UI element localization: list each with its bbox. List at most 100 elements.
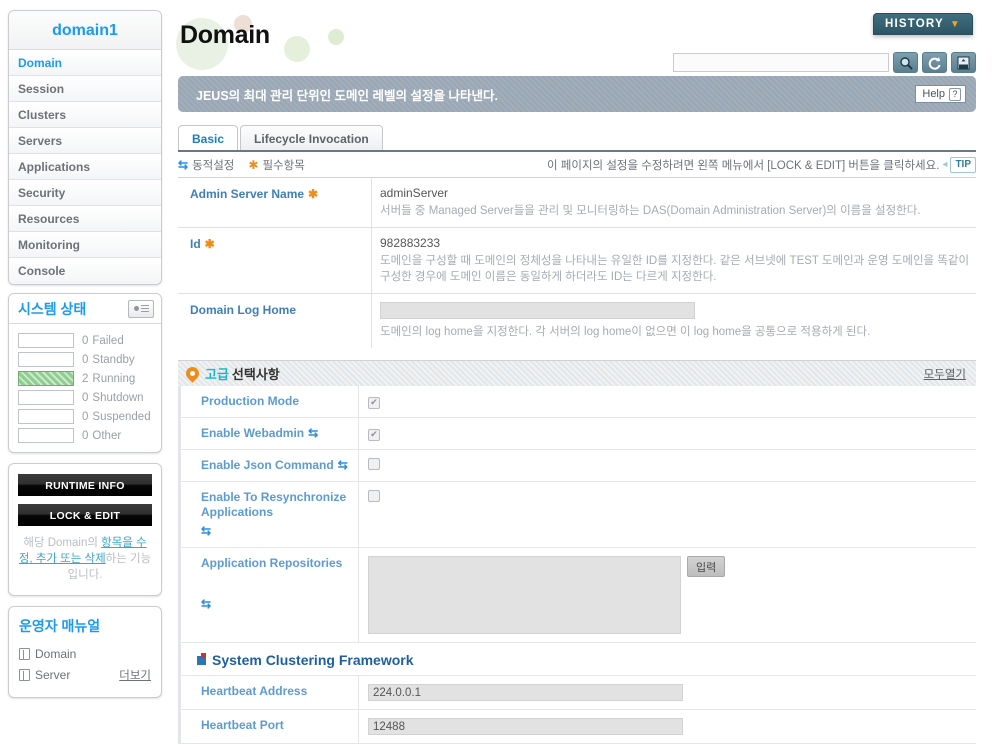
enable-webadmin-checkbox[interactable] (368, 428, 380, 441)
chevron-down-icon: ▼ (949, 18, 961, 30)
field-value-heartbeat-port (359, 710, 976, 743)
manual-more-link[interactable]: 더보기 (119, 667, 151, 683)
operator-manual-title: 운영자 매뉴얼 (19, 618, 101, 634)
sidebar-item-applications[interactable]: Applications (9, 154, 161, 180)
field-value-domain-log-home: 도메인의 log home을 지정한다. 각 서버의 log home이 없으면… (372, 294, 976, 348)
field-value-heartbeat-address (359, 676, 976, 709)
field-label-domain-log-home: Domain Log Home (178, 294, 372, 348)
heartbeat-address-input[interactable] (368, 684, 683, 701)
clustering-section-header: System Clustering Framework (181, 643, 976, 676)
enable-json-command-checkbox[interactable] (368, 458, 380, 470)
system-status-panel: 시스템 상태 0 Failed 0 Standby 2 Running 0 Sh… (8, 293, 162, 453)
field-row-id: Id ✱ 982883233 도메인을 구성할 때 도메인의 정체성을 나타내는… (178, 228, 976, 294)
advanced-section-header: 고급 선택사항 모두열기 (178, 360, 976, 386)
sidebar-actions-panel: RUNTIME INFO LOCK & EDIT 해당 Domain의 항목을 … (8, 463, 162, 596)
lock-and-edit-button[interactable]: LOCK & EDIT (18, 504, 152, 526)
status-label-standby: Standby (92, 353, 135, 366)
option-row-enable-resynchronize-applications: Enable To Resynchronize Applications ⇆ (181, 482, 976, 548)
option-label-enable-resynchronize-applications: Enable To Resynchronize Applications ⇆ (181, 482, 359, 547)
option-label-text: Enable To Resynchronize Applications (201, 490, 347, 519)
page-description-text: JEUS의 최대 관리 단위인 도메인 레벨의 설정을 나타낸다. (196, 88, 498, 103)
sidebar: domain1 Domain Session Clusters Servers … (0, 0, 170, 745)
sidebar-item-resources[interactable]: Resources (9, 206, 161, 232)
asterisk-icon: ✱ (204, 237, 215, 251)
main-content: Domain HISTORY ▼ JEUS의 최대 관리 단위인 도메인 레벨의 (170, 0, 994, 745)
sidebar-item-domain[interactable]: Domain (9, 50, 161, 76)
legend-required-label: 필수항목 (262, 159, 305, 172)
heartbeat-port-input[interactable] (368, 718, 683, 735)
tab-lifecycle-invocation[interactable]: Lifecycle Invocation (240, 125, 383, 152)
asterisk-icon: ✱ (248, 157, 259, 172)
decor-blob-green-mid (284, 36, 310, 62)
option-row-enable-webadmin: Enable Webadmin ⇆ (181, 418, 976, 450)
help-button[interactable]: Help ? (915, 85, 966, 103)
status-label-running: Running (92, 372, 136, 385)
refresh-icon[interactable] (922, 52, 947, 73)
field-description: 도메인의 log home을 지정한다. 각 서버의 log home이 없으면… (380, 326, 871, 338)
sidebar-item-monitoring[interactable]: Monitoring (9, 232, 161, 258)
status-count-standby: 0 (82, 353, 89, 366)
domain-log-home-input[interactable] (380, 302, 695, 319)
sync-icon: ⇆ (308, 426, 319, 440)
page-title: Domain (180, 21, 270, 49)
field-label-id: Id ✱ (178, 228, 372, 293)
status-bar-failed (18, 333, 74, 348)
advanced-title-accent: 고급 (205, 367, 229, 382)
search-input[interactable] (673, 53, 889, 72)
legend-required: ✱ 필수항목 (248, 157, 304, 173)
system-status-title: 시스템 상태 (18, 300, 87, 317)
enable-resynchronize-applications-checkbox[interactable] (368, 490, 380, 502)
field-description: 도메인을 구성할 때 도메인의 정체성을 나타내는 유일한 ID를 지정한다. … (380, 255, 970, 283)
field-value-text: adminServer (380, 186, 449, 200)
tab-basic[interactable]: Basic (178, 125, 239, 152)
status-row-failed: 0 Failed (9, 331, 161, 350)
field-label-text: Heartbeat Port (201, 718, 284, 732)
sidebar-item-session[interactable]: Session (9, 76, 161, 102)
tab-bar: Basic Lifecycle Invocation (178, 124, 994, 152)
history-button[interactable]: HISTORY ▼ (873, 13, 973, 35)
xml-export-icon[interactable] (951, 52, 976, 73)
sidebar-item-clusters[interactable]: Clusters (9, 102, 161, 128)
sidebar-item-console[interactable]: Console (9, 258, 161, 284)
sidebar-nav-panel: domain1 Domain Session Clusters Servers … (8, 10, 162, 285)
status-bar-suspended (18, 409, 74, 424)
status-row-other: 0 Other (9, 426, 161, 445)
option-value-application-repositories: 입력 (359, 548, 976, 642)
field-label-text: Admin Server Name (190, 187, 305, 201)
option-label-enable-json-command: Enable Json Command ⇆ (181, 450, 359, 481)
field-row-domain-log-home: Domain Log Home 도메인의 log home을 지정한다. 각 서… (178, 294, 976, 348)
repositories-input-button[interactable]: 입력 (687, 556, 726, 577)
question-icon: ? (949, 87, 961, 101)
status-row-standby: 0 Standby (9, 350, 161, 369)
domain-name-title: domain1 (9, 11, 161, 50)
status-label-other: Other (92, 429, 122, 442)
sync-icon: ⇆ (201, 597, 212, 611)
document-icon (19, 647, 30, 660)
basic-fields-table: Admin Server Name ✱ adminServer 서버들 중 Ma… (178, 178, 976, 348)
monitor-icon[interactable] (128, 299, 154, 318)
field-value-admin-server-name: adminServer 서버들 중 Managed Server들을 관리 및 … (372, 178, 976, 227)
field-label-text: Heartbeat Address (201, 684, 308, 698)
page-header: Domain HISTORY ▼ (170, 0, 994, 76)
sync-icon: ⇆ (201, 524, 212, 538)
system-status-header: 시스템 상태 (9, 294, 161, 324)
asterisk-icon: ✱ (308, 187, 319, 201)
application-repositories-textarea[interactable] (368, 556, 681, 634)
field-label-text: Id (190, 237, 201, 251)
manual-item-domain[interactable]: Domain (19, 643, 151, 664)
sync-icon: ⇆ (337, 458, 348, 472)
production-mode-checkbox[interactable] (368, 396, 380, 409)
tip-arrow-icon: ◂ (942, 159, 948, 170)
runtime-info-button[interactable]: RUNTIME INFO (18, 474, 152, 496)
open-all-link[interactable]: 모두열기 (924, 366, 966, 382)
option-label-text: Enable Json Command (201, 458, 334, 472)
field-value-text: 982883233 (380, 236, 441, 250)
option-label-text: Enable Webadmin (201, 426, 305, 440)
legend-dynamic: ⇆ 동적설정 (178, 157, 234, 173)
sidebar-item-security[interactable]: Security (9, 180, 161, 206)
manual-item-server[interactable]: Server 더보기 (19, 664, 151, 685)
status-row-running: 2 Running (9, 369, 161, 388)
status-bar-standby (18, 352, 74, 367)
sidebar-item-servers[interactable]: Servers (9, 128, 161, 154)
search-icon[interactable] (893, 52, 918, 73)
